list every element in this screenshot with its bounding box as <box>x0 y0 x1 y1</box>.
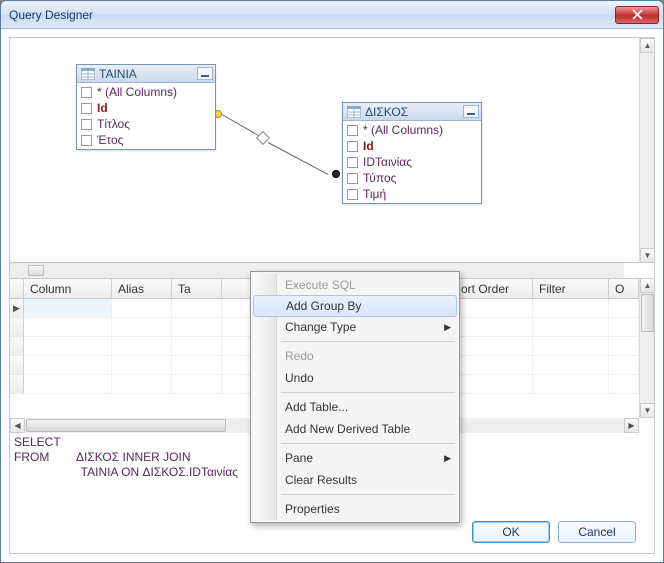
row-header[interactable] <box>10 375 24 394</box>
grid-vscroll[interactable]: ▲ ▼ <box>639 278 654 418</box>
menu-add-table[interactable]: Add Table... <box>253 396 457 418</box>
table-header[interactable]: ΔΙΣΚΟΣ <box>343 103 481 121</box>
sql-line-1: SELECT <box>14 435 61 449</box>
scroll-up-icon[interactable]: ▲ <box>640 278 655 293</box>
minimize-button[interactable] <box>197 67 213 80</box>
cell-filter[interactable] <box>533 299 609 317</box>
cancel-button[interactable]: Cancel <box>558 521 636 543</box>
join-line-2 <box>268 142 329 175</box>
col-header-table[interactable]: Ta <box>172 279 222 298</box>
submenu-arrow-icon: ▶ <box>444 453 451 464</box>
column-typos[interactable]: Τύπος <box>343 170 481 186</box>
column-timi[interactable]: Τιμή <box>343 186 481 202</box>
scroll-down-icon[interactable]: ▼ <box>640 403 655 418</box>
query-designer-window: Query Designer ΤΑΙΝΙΑ * (All Colu <box>0 0 664 563</box>
column-id[interactable]: Id <box>343 138 481 154</box>
cell-sortorder[interactable] <box>455 299 533 317</box>
row-header[interactable] <box>10 337 24 356</box>
menu-pane[interactable]: Pane▶ <box>253 447 457 469</box>
column-id[interactable]: Id <box>77 100 215 116</box>
menu-undo[interactable]: Undo <box>253 367 457 389</box>
scroll-up-icon[interactable]: ▲ <box>640 38 655 53</box>
column-titlos[interactable]: Τίτλος <box>77 116 215 132</box>
col-header-or[interactable]: O <box>609 279 639 298</box>
window-title: Query Designer <box>9 8 93 22</box>
checkbox[interactable] <box>347 141 358 152</box>
column-all[interactable]: * (All Columns) <box>343 122 481 138</box>
diagram-pane[interactable]: ΤΑΙΝΙΑ * (All Columns) Id Τίτλος Έτος ΔΙ… <box>10 38 639 263</box>
cell-column[interactable] <box>24 299 112 317</box>
table-icon <box>347 106 361 118</box>
menu-properties[interactable]: Properties <box>253 498 457 520</box>
ok-button[interactable]: OK <box>472 521 550 543</box>
menu-add-group-by[interactable]: Add Group By <box>253 295 457 317</box>
table-columns: * (All Columns) Id Τίτλος Έτος <box>77 83 215 149</box>
scrollbar-thumb[interactable] <box>641 294 654 332</box>
current-row-marker[interactable]: ▶ <box>10 299 24 318</box>
checkbox[interactable] <box>81 119 92 130</box>
table-columns: * (All Columns) Id IDΤαινίας Τύπος Τιμή <box>343 121 481 203</box>
checkbox[interactable] <box>81 135 92 146</box>
minimize-button[interactable] <box>463 105 479 118</box>
column-etos[interactable]: Έτος <box>77 132 215 148</box>
checkbox[interactable] <box>347 173 358 184</box>
cell-alias[interactable] <box>112 299 172 317</box>
close-icon <box>632 9 643 20</box>
submenu-arrow-icon: ▶ <box>444 322 451 333</box>
checkbox[interactable] <box>81 87 92 98</box>
checkbox[interactable] <box>347 157 358 168</box>
join-line-1 <box>222 114 261 137</box>
join-end-right <box>332 170 340 178</box>
menu-separator <box>281 443 455 444</box>
col-header-column[interactable]: Column <box>24 279 112 298</box>
row-selector-header <box>10 279 24 298</box>
sql-line-3: ΤΑΙΝΙΑ ON ΔΙΣΚΟΣ.IDΤαινίας <box>14 465 238 479</box>
titlebar[interactable]: Query Designer <box>1 1 663 29</box>
menu-separator <box>281 392 455 393</box>
menu-separator <box>281 341 455 342</box>
context-menu[interactable]: Execute SQL Add Group By Change Type▶ Re… <box>250 271 460 523</box>
designer-body: ΤΑΙΝΙΑ * (All Columns) Id Τίτλος Έτος ΔΙ… <box>9 37 655 554</box>
close-button[interactable] <box>615 6 659 24</box>
menu-redo[interactable]: Redo <box>253 345 457 367</box>
column-idtainias[interactable]: IDΤαινίας <box>343 154 481 170</box>
menu-clear-results[interactable]: Clear Results <box>253 469 457 491</box>
table-icon <box>81 68 95 80</box>
col-header-sortorder[interactable]: ort Order <box>455 279 533 298</box>
sql-line-2: FROM ΔΙΣΚΟΣ INNER JOIN <box>14 450 191 464</box>
menu-change-type[interactable]: Change Type▶ <box>253 316 457 338</box>
checkbox[interactable] <box>347 125 358 136</box>
column-all[interactable]: * (All Columns) <box>77 84 215 100</box>
checkbox[interactable] <box>347 189 358 200</box>
menu-execute-sql[interactable]: Execute SQL <box>253 274 457 296</box>
row-header[interactable] <box>10 318 24 337</box>
scrollbar-thumb[interactable] <box>28 265 44 276</box>
scroll-left-icon[interactable]: ◀ <box>10 418 25 433</box>
scrollbar-thumb[interactable] <box>26 419 226 432</box>
col-header-filter[interactable]: Filter <box>533 279 609 298</box>
scroll-right-icon[interactable]: ▶ <box>624 418 639 433</box>
dialog-buttons: OK Cancel <box>472 521 636 543</box>
cell-table[interactable] <box>172 299 222 317</box>
checkbox[interactable] <box>81 103 92 114</box>
menu-add-derived-table[interactable]: Add New Derived Table <box>253 418 457 440</box>
table-diskos[interactable]: ΔΙΣΚΟΣ * (All Columns) Id IDΤαινίας Τύπο… <box>342 102 482 204</box>
table-header[interactable]: ΤΑΙΝΙΑ <box>77 65 215 83</box>
row-header[interactable] <box>10 356 24 375</box>
menu-separator <box>281 494 455 495</box>
table-tainia[interactable]: ΤΑΙΝΙΑ * (All Columns) Id Τίτλος Έτος <box>76 64 216 150</box>
cell-or[interactable] <box>609 299 639 317</box>
table-name: ΤΑΙΝΙΑ <box>99 67 137 81</box>
table-name: ΔΙΣΚΟΣ <box>365 105 408 119</box>
scroll-down-icon[interactable]: ▼ <box>640 248 655 263</box>
col-header-alias[interactable]: Alias <box>112 279 172 298</box>
diagram-vscroll[interactable]: ▲ ▼ <box>639 38 654 263</box>
